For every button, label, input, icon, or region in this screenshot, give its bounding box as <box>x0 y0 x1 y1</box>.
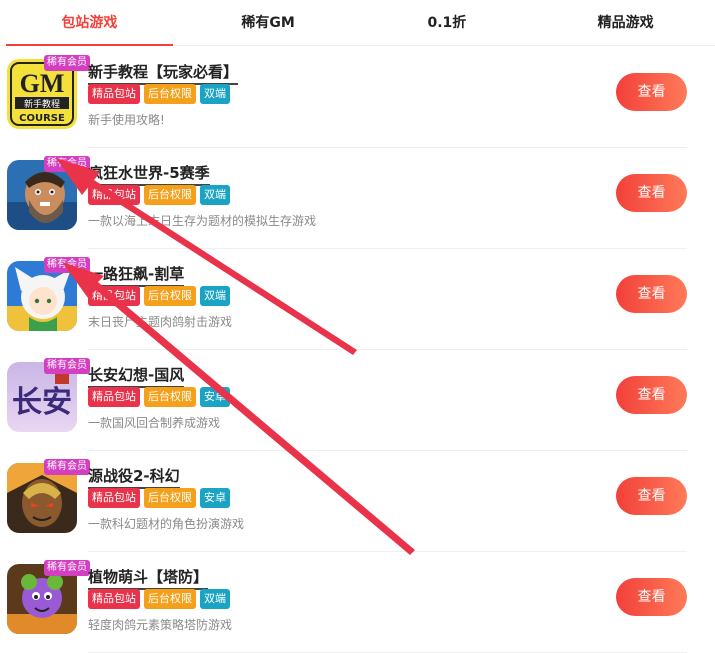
game-description: 末日丧尸主题肉鸽射击游戏 <box>88 315 233 329</box>
tag-premium: 精品包站 <box>88 589 140 609</box>
icon-text-course: COURSE <box>19 113 65 124</box>
tag-platform: 双端 <box>200 589 230 609</box>
game-title[interactable]: 新手教程【玩家必看】 <box>88 61 239 85</box>
icon-text-course-cn: 新手教程 <box>24 98 60 110</box>
game-description: 一款国风回合制养成游戏 <box>88 416 221 430</box>
view-button[interactable]: 查看 <box>616 73 687 111</box>
tag-admin: 后台权限 <box>144 589 196 609</box>
view-button[interactable]: 查看 <box>616 578 687 616</box>
vip-badge: 稀有会员 <box>44 459 90 475</box>
tag-platform: 安卓 <box>200 488 230 508</box>
game-row[interactable]: 稀有会员 疯狂水世界-5赛季 精品包站 后台权限 双端 一款以海上末日生存为题材… <box>0 148 715 249</box>
game-title[interactable]: 植物萌斗【塔防】 <box>88 566 209 590</box>
view-button[interactable]: 查看 <box>616 275 687 313</box>
tag-admin: 后台权限 <box>144 286 196 306</box>
tag-platform: 安卓 <box>200 387 230 407</box>
tab-baozhan-games[interactable]: 包站游戏 <box>0 0 179 46</box>
view-button[interactable]: 查看 <box>616 376 687 414</box>
view-button[interactable]: 查看 <box>616 477 687 515</box>
game-row[interactable]: 稀有会员 植物萌斗【塔防】 精品包站 后台权限 双端 轻度肉鸽元素策略塔防游戏 … <box>0 552 715 653</box>
vip-badge: 稀有会员 <box>44 156 90 172</box>
tag-platform: 双端 <box>200 84 230 104</box>
game-row[interactable]: 长安 稀有会员 长安幻想-国风 精品包站 后台权限 安卓 一款国风回合制养成游戏… <box>0 350 715 451</box>
tag-admin: 后台权限 <box>144 387 196 407</box>
vip-badge: 稀有会员 <box>44 358 90 374</box>
game-title[interactable]: 源战役2-科幻 <box>88 465 180 489</box>
game-description: 一款科幻题材的角色扮演游戏 <box>88 517 245 531</box>
vip-badge: 稀有会员 <box>44 560 90 576</box>
tab-rare-gm[interactable]: 稀有GM <box>179 0 358 46</box>
view-button[interactable]: 查看 <box>616 174 687 212</box>
tag-premium: 精品包站 <box>88 84 140 104</box>
vip-badge: 稀有会员 <box>44 55 90 71</box>
game-title[interactable]: 疯狂水世界-5赛季 <box>88 162 210 186</box>
vip-badge: 稀有会员 <box>44 257 90 273</box>
tag-platform: 双端 <box>200 286 230 306</box>
tag-list: 精品包站 后台权限 双端 <box>88 185 230 205</box>
tag-admin: 后台权限 <box>144 185 196 205</box>
game-row[interactable]: 稀有会员 源战役2-科幻 精品包站 后台权限 安卓 一款科幻题材的角色扮演游戏 … <box>0 451 715 552</box>
tab-bar: 包站游戏 稀有GM 0.1折 精品游戏 <box>0 0 715 46</box>
game-title[interactable]: 长安幻想-国风 <box>88 364 185 388</box>
game-row[interactable]: GM 新手教程 COURSE 稀有会员 新手教程【玩家必看】 精品包站 后台权限… <box>0 47 715 148</box>
tab-premium-games[interactable]: 精品游戏 <box>536 0 715 46</box>
tag-list: 精品包站 后台权限 安卓 <box>88 488 230 508</box>
tag-premium: 精品包站 <box>88 185 140 205</box>
game-description: 一款以海上末日生存为题材的模拟生存游戏 <box>88 214 317 228</box>
tag-list: 精品包站 后台权限 双端 <box>88 286 230 306</box>
icon-text-changan: 长安 <box>12 385 72 420</box>
tag-list: 精品包站 后台权限 双端 <box>88 589 230 609</box>
game-title[interactable]: 一路狂飙-割草 <box>88 263 185 287</box>
tab-discount[interactable]: 0.1折 <box>358 0 537 46</box>
tag-admin: 后台权限 <box>144 84 196 104</box>
game-row[interactable]: 稀有会员 一路狂飙-割草 精品包站 后台权限 双端 末日丧尸主题肉鸽射击游戏 查… <box>0 249 715 350</box>
tag-list: 精品包站 后台权限 安卓 <box>88 387 230 407</box>
game-description: 轻度肉鸽元素策略塔防游戏 <box>88 618 233 632</box>
game-description: 新手使用攻略! <box>88 113 165 127</box>
tag-admin: 后台权限 <box>144 488 196 508</box>
tag-list: 精品包站 后台权限 双端 <box>88 84 230 104</box>
tag-premium: 精品包站 <box>88 387 140 407</box>
icon-text-gm: GM <box>20 69 65 98</box>
tag-platform: 双端 <box>200 185 230 205</box>
tag-premium: 精品包站 <box>88 286 140 306</box>
tag-premium: 精品包站 <box>88 488 140 508</box>
